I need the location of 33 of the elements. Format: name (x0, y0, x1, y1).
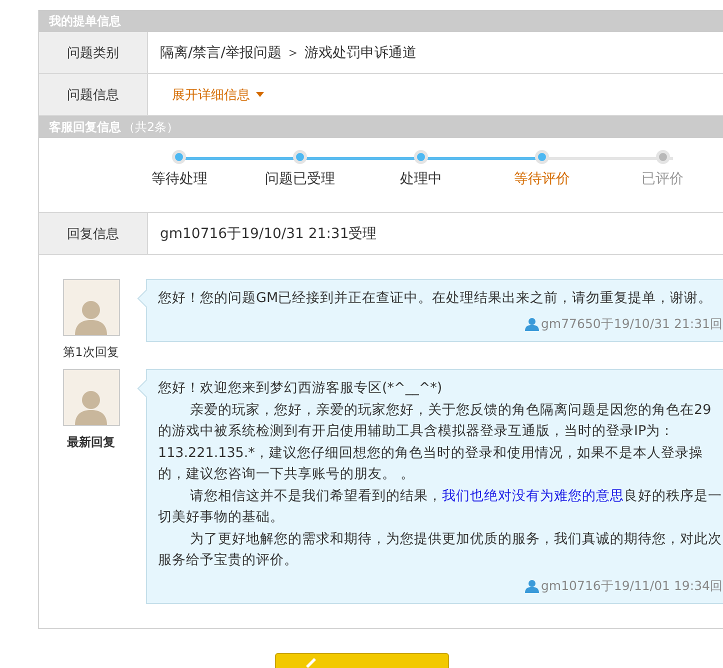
message-line: 服务给予宝贵的评价。 (158, 551, 299, 570)
message-line: 亲爱的玩家，您好，亲爱的玩家您好，关于您反馈的角色隔离问题是因您的角色在29 (189, 400, 712, 420)
reply-signature: gm10716于19/11/01 19:34回 (540, 578, 723, 594)
row-value: 隔离/禁言/举报问题 ＞ 游戏处罚申诉通道 (159, 44, 418, 62)
reply-caption: 第1次回复 (63, 344, 119, 361)
avatar-placeholder (62, 369, 120, 426)
message-line: 您好！您的问题GM已经接到并正在查证中。在处理结果出来之前，请勿重复提单，谢谢。 (158, 289, 714, 308)
action-button[interactable] (274, 652, 448, 668)
user-icon (524, 317, 539, 331)
message-line: 您好！欢迎您来到梦幻西游客服专区(*^__^*) (158, 379, 444, 398)
pencil-icon (304, 656, 318, 668)
message-line: 的游戏中被系统检测到有开启使用辅助工具含模拟器登录互通版，当时的登录IP为： (158, 422, 676, 441)
user-icon (524, 579, 539, 593)
message-line: 的，建议您咨询一下共享账号的朋友。 。 (158, 465, 416, 484)
step-label: 等待评价 (514, 170, 570, 188)
message-line: 切美好事物的基础。 (158, 508, 285, 527)
reply-caption: 最新回复 (67, 434, 115, 451)
row-value: gm10716于19/10/31 21:31受理 (159, 224, 378, 244)
row-label: 回复信息 (39, 213, 148, 254)
expand-link[interactable]: 展开详细信息 (172, 86, 264, 104)
row-label: 问题信息 (39, 74, 148, 115)
message-line: 113.221.135.*，建议您仔细回想您的角色当时的登录和使用情况，如果不是本人登录操 (158, 444, 704, 462)
message-link[interactable]: 我们也绝对没有为难您的意思 (442, 488, 624, 504)
step-label: 已评价 (642, 170, 684, 188)
step-label: 处理中 (400, 170, 442, 188)
avatar-placeholder (62, 279, 120, 336)
reply-signature: gm77650于19/10/31 21:31回 (540, 316, 723, 332)
row-label: 问题类别 (39, 32, 148, 73)
step-label: 问题已受理 (265, 170, 336, 188)
step-label: 等待处理 (151, 170, 208, 188)
message-line: 请您相信这并不是我们希望看到的结果，我们也绝对没有为难您的意思 良好的秩序是一 (189, 486, 723, 506)
caret-icon (256, 92, 264, 97)
message-line: 为了更好地解您的需求和期待，为您提供更加优质的服务，我们真诚的期待您，对此次 (189, 530, 723, 548)
